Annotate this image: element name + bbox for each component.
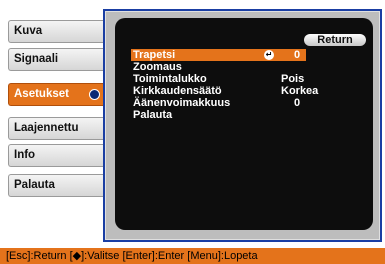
row-label: Zoomaus (133, 61, 182, 73)
menu-item-kuva[interactable]: Kuva (8, 20, 106, 43)
submenu-frame: Return Trapetsi ↵ 0 Zoomaus Toimintalukk… (103, 9, 382, 242)
menu-item-signaali[interactable]: Signaali (8, 48, 106, 71)
menu-item-label: Palauta (14, 179, 55, 191)
row-label: Kirkkaudensäätö (133, 85, 222, 97)
row-aanenvoimakkuus[interactable]: Äänenvoimakkuus 0 (131, 97, 306, 109)
row-label: Äänenvoimakkuus (133, 97, 231, 109)
menu-item-label: Kuva (14, 25, 43, 37)
menu-item-label: Laajennettu (14, 122, 79, 134)
row-label: Palauta (133, 109, 173, 121)
row-value: Korkea (281, 85, 319, 97)
row-zoomaus[interactable]: Zoomaus (131, 61, 306, 73)
enter-icon: ↵ (264, 50, 274, 60)
menu-item-palauta[interactable]: Palauta (8, 174, 106, 197)
main-menu: Kuva Signaali Asetukset Laajennettu Info… (0, 0, 120, 240)
menu-item-asetukset[interactable]: Asetukset (8, 83, 106, 106)
menu-item-info[interactable]: Info (8, 144, 106, 167)
submenu-panel: Return Trapetsi ↵ 0 Zoomaus Toimintalukk… (105, 11, 380, 240)
row-value: 0 (294, 97, 301, 109)
row-value: 0 (294, 49, 301, 61)
row-trapetsi[interactable]: Trapetsi ↵ 0 (131, 49, 306, 61)
row-label: Toimintalukko (133, 73, 207, 85)
row-kirkkaudensaato[interactable]: Kirkkaudensäätö Korkea (131, 85, 318, 97)
row-palauta[interactable]: Palauta (131, 109, 306, 121)
row-value: Pois (281, 73, 305, 85)
menu-item-label: Signaali (14, 53, 59, 65)
submenu-list: Return Trapetsi ↵ 0 Zoomaus Toimintalukk… (115, 18, 373, 230)
menu-item-label: Asetukset (14, 88, 69, 100)
row-toimintalukko[interactable]: Toimintalukko Pois (131, 73, 306, 85)
menu-item-laajennettu[interactable]: Laajennettu (8, 117, 106, 140)
row-label: Trapetsi (133, 49, 176, 61)
key-guide-bar: [Esc]:Return [◆]:Valitse [Enter]:Enter [… (0, 247, 385, 264)
selection-dot-icon (89, 89, 100, 100)
return-button[interactable]: Return (304, 34, 366, 46)
menu-item-label: Info (14, 149, 36, 161)
